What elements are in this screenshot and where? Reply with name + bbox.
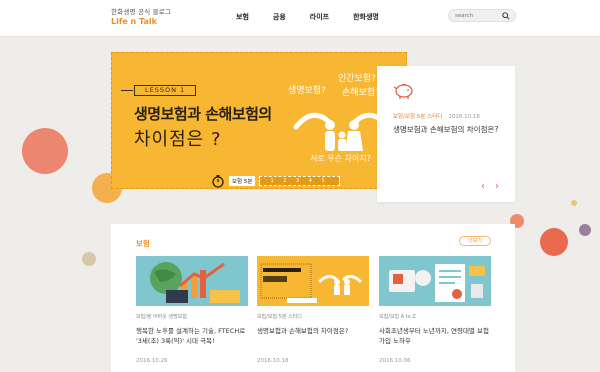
post-card[interactable]: 보험/올 어바웃 생명보험 행복한 노후를 설계하는 기술, FTECH로 '3…	[136, 256, 248, 364]
post-category: 보험/올 어바웃 생명보험	[136, 314, 187, 320]
decor-circle	[571, 200, 577, 206]
logo-subtitle: 한화생명 공식 블로그	[111, 8, 172, 16]
next-arrow-button[interactable]: ›	[495, 182, 499, 192]
blog-logo[interactable]: 한화생명 공식 블로그 Life n Talk	[111, 9, 171, 26]
graphic-word: 인간보험?	[338, 73, 376, 84]
main-nav: 보험 금융 라이프 한화생명	[236, 12, 379, 22]
prev-arrow-button[interactable]: ‹	[481, 182, 485, 192]
site-header: 한화생명 공식 블로그 Life n Talk 보험 금융 라이프 한화생명	[0, 0, 600, 37]
insurance-section: 보험 더보기 보험/올 어바웃 생명보험 행복한 노후를 설계하는 기술, FT…	[111, 224, 515, 372]
post-category: 보험/보험 A to Z	[379, 314, 416, 320]
stopwatch-icon	[212, 175, 224, 188]
post-date: 2016.10.26	[136, 358, 168, 364]
hero-banner[interactable]: LESSON 1 생명보험과 손해보험의 차이점은 ? 생명보험? 인간보험? …	[111, 52, 407, 189]
post-title[interactable]: 생명보험과 손해보험의 차이점은?	[257, 326, 369, 346]
graphic-word: 생명보험?	[288, 85, 326, 96]
section-title: 보험	[136, 239, 150, 248]
hero-title: 생명보험과 손해보험의	[134, 105, 272, 123]
post-thumbnail[interactable]	[136, 256, 248, 306]
search-box[interactable]	[448, 9, 516, 22]
search-input[interactable]	[455, 11, 503, 21]
piggy-bank-icon	[393, 84, 413, 99]
hero-caption: 서로 우슨 차이지?	[310, 154, 371, 163]
featured-title[interactable]: 생명보험과 손해보험의 차이점은?	[393, 124, 505, 136]
lesson-badge: LESSON 1	[120, 85, 197, 96]
documents-illustration	[389, 264, 485, 302]
bar-steps: 1 2 3 4 5	[259, 176, 340, 186]
globe-chart-illustration	[150, 262, 240, 303]
post-card[interactable]: 보험/보험 5분 스터디 생명보험과 손해보험의 차이점은? 2016.10.1…	[257, 256, 369, 364]
featured-card[interactable]: 보험/보험 5분 스터디 2016.10.18 생명보험과 손해보험의 차이점은?…	[377, 66, 515, 202]
nav-item-hanwha[interactable]: 한화생명	[353, 12, 379, 22]
more-button[interactable]: 더보기	[459, 236, 491, 246]
search-icon[interactable]	[502, 12, 510, 20]
insurance-lesson-illustration	[260, 263, 363, 303]
logo-title: Life n Talk	[111, 16, 157, 26]
featured-category: 보험/보험 5분 스터디	[393, 114, 443, 120]
post-date: 2016.10.06	[379, 358, 411, 364]
nav-item-finance[interactable]: 금융	[273, 12, 286, 22]
decor-circle	[579, 224, 591, 236]
post-thumbnail[interactable]	[257, 256, 369, 306]
decor-circle	[22, 128, 68, 174]
lesson-progress-bar: 보험 5분 1 2 3 4 5	[211, 175, 340, 188]
featured-date: 2016.10.18	[448, 114, 480, 120]
nav-item-life[interactable]: 라이프	[310, 12, 329, 22]
decor-circle	[82, 252, 96, 266]
post-thumbnail[interactable]	[379, 256, 491, 306]
nav-item-insurance[interactable]: 보험	[236, 12, 249, 22]
post-category: 보험/보험 5분 스터디	[257, 314, 302, 320]
featured-meta: 보험/보험 5분 스터디 2016.10.18	[393, 112, 480, 120]
post-date: 2016.10.18	[257, 358, 289, 364]
hero-subtitle: 차이점은 ?	[134, 129, 222, 150]
post-card[interactable]: 보험/보험 A to Z 사회초년생부터 노년까지, 연령대별 보험 가입 노하…	[379, 256, 491, 364]
post-title[interactable]: 사회초년생부터 노년까지, 연령대별 보험 가입 노하우	[379, 326, 491, 346]
post-title[interactable]: 행복한 노후를 설계하는 기술, FTECH로 '3세(초) 3룩(약)' 시대…	[136, 326, 248, 346]
graphic-word: 손해보험?	[342, 87, 380, 98]
decor-circle	[540, 228, 568, 256]
bar-label: 보험 5분	[229, 176, 256, 186]
